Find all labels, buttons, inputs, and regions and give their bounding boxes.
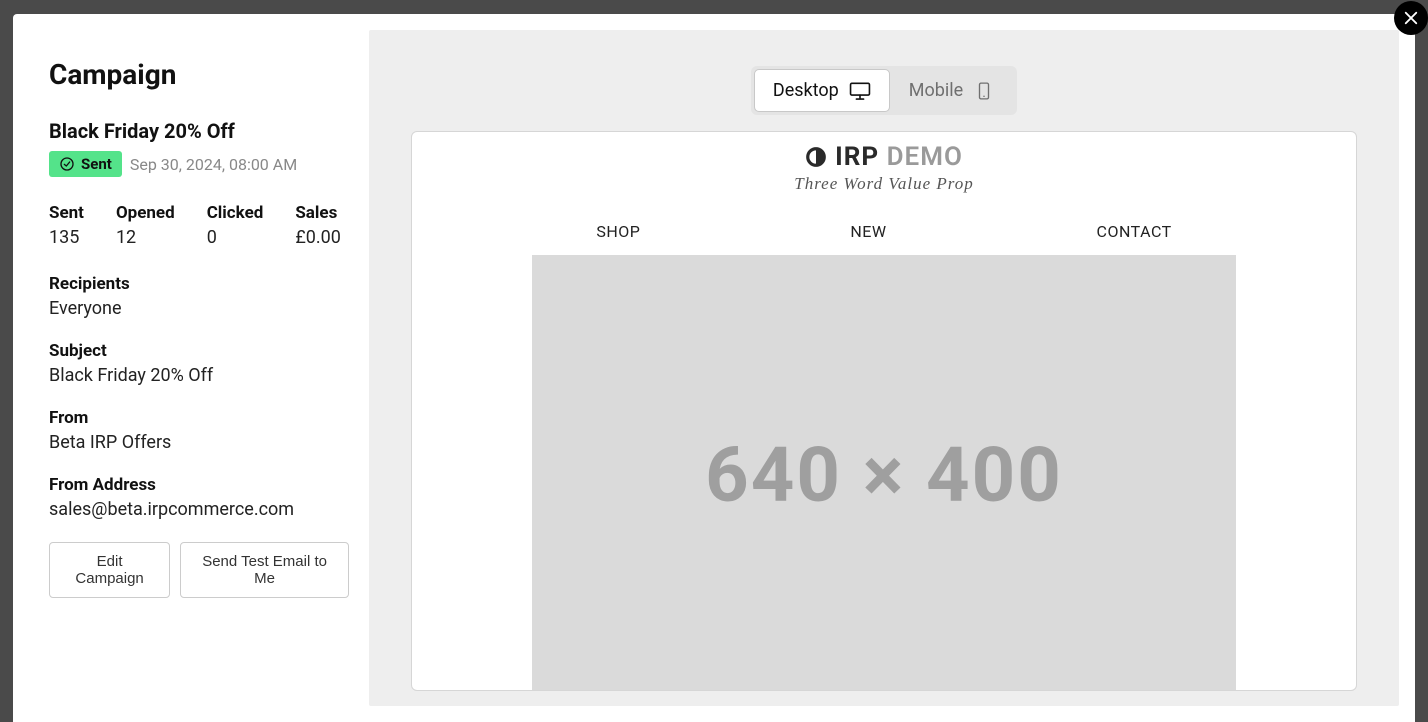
campaign-sidebar: Campaign Black Friday 20% Off Sent Sep 3… xyxy=(29,30,369,706)
brand-logo-icon xyxy=(805,146,827,168)
field-from: From Beta IRP Offers xyxy=(49,408,349,453)
brand-text-a: IRP xyxy=(835,142,879,172)
stats-row: Sent 135 Opened 12 Clicked 0 Sales £0.00 xyxy=(49,203,349,248)
device-mobile-tab[interactable]: Mobile xyxy=(890,69,1014,112)
check-circle-icon xyxy=(59,156,75,172)
send-test-email-button[interactable]: Send Test Email to Me xyxy=(180,542,349,598)
nav-shop[interactable]: SHOP xyxy=(596,222,640,241)
field-label: From xyxy=(49,408,349,428)
stat-label: Sales xyxy=(295,203,341,223)
page-title: Campaign xyxy=(49,58,349,91)
campaign-name: Black Friday 20% Off xyxy=(49,119,349,143)
field-recipients: Recipients Everyone xyxy=(49,274,349,319)
action-buttons: Edit Campaign Send Test Email to Me xyxy=(49,542,349,598)
brand-text-b: DEMO xyxy=(887,142,963,172)
hero-image-placeholder: 640 × 400 xyxy=(532,255,1236,691)
field-value: Beta IRP Offers xyxy=(49,432,349,453)
field-value: Everyone xyxy=(49,298,349,319)
brand-tagline: Three Word Value Prop xyxy=(412,174,1356,194)
device-label: Desktop xyxy=(773,80,839,101)
nav-contact[interactable]: CONTACT xyxy=(1097,222,1172,241)
field-subject: Subject Black Friday 20% Off xyxy=(49,341,349,386)
stat-label: Opened xyxy=(116,203,175,223)
desktop-icon xyxy=(849,82,871,100)
device-label: Mobile xyxy=(909,80,963,101)
nav-new[interactable]: NEW xyxy=(850,222,886,241)
status-row: Sent Sep 30, 2024, 08:00 AM xyxy=(49,151,349,177)
preview-brand: IRP DEMO Three Word Value Prop xyxy=(412,142,1356,194)
close-button[interactable] xyxy=(1394,1,1428,35)
stat-opened: Opened 12 xyxy=(116,203,175,248)
status-badge: Sent xyxy=(49,151,122,177)
stat-value: 12 xyxy=(116,227,175,248)
field-from-address: From Address sales@beta.irpcommerce.com xyxy=(49,475,349,520)
status-date: Sep 30, 2024, 08:00 AM xyxy=(130,155,297,174)
stat-value: 135 xyxy=(49,227,84,248)
field-label: From Address xyxy=(49,475,349,495)
field-label: Recipients xyxy=(49,274,349,294)
stat-value: 0 xyxy=(207,227,264,248)
status-label: Sent xyxy=(81,155,112,173)
stat-label: Sent xyxy=(49,203,84,223)
hero-placeholder-text: 640 × 400 xyxy=(705,430,1063,520)
stat-sales: Sales £0.00 xyxy=(295,203,341,248)
email-preview-frame: IRP DEMO Three Word Value Prop SHOP NEW … xyxy=(411,131,1357,691)
preview-pane: Desktop Mobile xyxy=(369,30,1399,706)
field-value: sales@beta.irpcommerce.com xyxy=(49,499,349,520)
stat-label: Clicked xyxy=(207,203,264,223)
stat-value: £0.00 xyxy=(295,227,341,248)
stat-clicked: Clicked 0 xyxy=(207,203,264,248)
stat-sent: Sent 135 xyxy=(49,203,84,248)
field-value: Black Friday 20% Off xyxy=(49,365,349,386)
brand-name: IRP DEMO xyxy=(835,142,963,172)
device-desktop-tab[interactable]: Desktop xyxy=(754,69,890,112)
preview-nav: SHOP NEW CONTACT xyxy=(412,222,1356,241)
close-icon xyxy=(1402,9,1420,27)
device-toggle: Desktop Mobile xyxy=(751,66,1017,115)
edit-campaign-button[interactable]: Edit Campaign xyxy=(49,542,170,598)
campaign-modal: Campaign Black Friday 20% Off Sent Sep 3… xyxy=(13,14,1415,722)
mobile-icon xyxy=(973,82,995,100)
field-label: Subject xyxy=(49,341,349,361)
